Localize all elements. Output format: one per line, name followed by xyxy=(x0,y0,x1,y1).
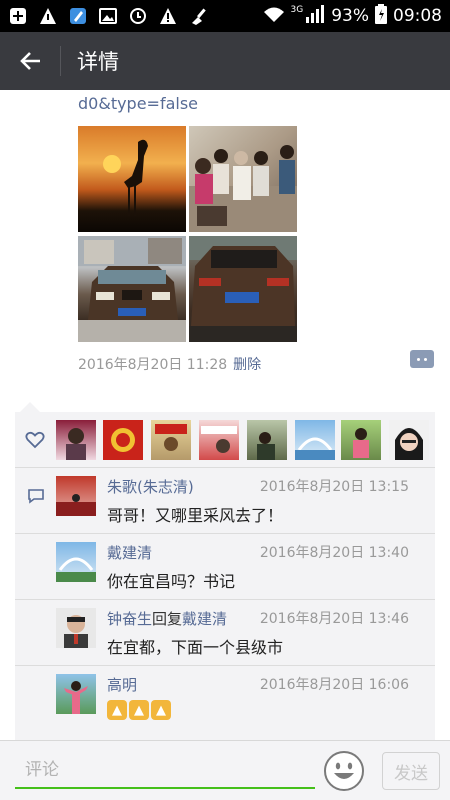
comment-text: 你在宜昌吗？书记 xyxy=(107,572,236,591)
menu-dot-icon xyxy=(424,357,427,361)
comment-item[interactable]: 戴建清 2016年8月20日 13:40 你在宜昌吗？书记 xyxy=(15,534,435,600)
avatar-image xyxy=(295,437,335,460)
avatar-image xyxy=(56,494,96,516)
broom-icon xyxy=(188,6,208,26)
car-front-image xyxy=(78,236,186,342)
like-avatar[interactable] xyxy=(389,420,429,460)
like-avatar[interactable] xyxy=(247,420,287,460)
comment-author[interactable]: 戴建清 xyxy=(107,542,152,563)
comment-avatar[interactable] xyxy=(56,674,96,714)
reply-target[interactable]: 戴建清 xyxy=(182,610,227,628)
header-bar: 详情 xyxy=(0,32,450,90)
post-link-text[interactable]: d0&type=false xyxy=(78,94,198,113)
send-button[interactable]: 发送 xyxy=(382,752,440,790)
comment-time: 2016年8月20日 16:06 xyxy=(259,677,409,693)
comment-avatar[interactable] xyxy=(56,542,96,582)
comment-avatar[interactable] xyxy=(56,608,96,648)
cleaner-icon xyxy=(68,6,88,26)
comment-bar: 发送 xyxy=(0,740,450,800)
comment-author[interactable]: 朱歌(朱志清) xyxy=(107,476,194,497)
sync-icon xyxy=(128,6,148,26)
comment-avatar[interactable] xyxy=(56,476,96,516)
photo-grid xyxy=(78,126,298,342)
avatar-image xyxy=(395,428,423,460)
comment-time: 2016年8月20日 13:15 xyxy=(259,479,409,495)
photo-car-front[interactable] xyxy=(78,236,186,342)
likes-row xyxy=(15,412,435,468)
back-button[interactable] xyxy=(0,32,60,90)
like-avatar[interactable] xyxy=(295,420,335,460)
add-notification-icon xyxy=(8,6,28,26)
comment-text: ▲ ▲ ▲ xyxy=(107,700,171,720)
comment-menu-button[interactable] xyxy=(410,350,434,368)
post-meta: 2016年8月20日 11:28 删除 xyxy=(78,354,261,374)
comment-input[interactable] xyxy=(15,753,315,789)
like-avatar[interactable] xyxy=(199,420,239,460)
back-arrow-icon xyxy=(20,52,40,70)
smiley-icon xyxy=(334,762,354,779)
thumbs-up-icon: ▲ xyxy=(129,700,149,720)
avatar-image xyxy=(111,428,135,452)
car-rear-image xyxy=(189,236,297,342)
battery-icon xyxy=(375,3,387,29)
thumbs-up-icon: ▲ xyxy=(107,700,127,720)
clock: 09:08 xyxy=(393,6,442,26)
comment-text: 在宜都，下面一个县级市 xyxy=(107,638,284,657)
signal-icon xyxy=(305,4,325,28)
avatar-image xyxy=(64,681,88,714)
heart-icon xyxy=(25,431,45,449)
comment-author-name[interactable]: 钟奋生 xyxy=(107,610,152,628)
status-bar: 3G 93% 09:08 xyxy=(0,0,450,32)
like-avatar[interactable] xyxy=(151,420,191,460)
menu-dot-icon xyxy=(417,357,420,361)
comment-item[interactable]: 钟奋生回复戴建清 2016年8月20日 13:46 在宜都，下面一个县级市 xyxy=(15,600,435,666)
group-photo-image xyxy=(189,145,297,232)
like-avatar[interactable] xyxy=(103,420,143,460)
avatar-image xyxy=(56,557,96,582)
panel-pointer xyxy=(20,402,40,412)
emoji-button[interactable] xyxy=(324,751,364,791)
avatar-image xyxy=(155,424,187,451)
photo-sunset-crane[interactable] xyxy=(78,126,186,232)
gallery-icon xyxy=(98,6,118,26)
like-avatar[interactable] xyxy=(56,420,96,460)
photo-car-rear[interactable] xyxy=(189,236,297,342)
comment-text: 哥哥！又哪里采风去了！ xyxy=(107,506,284,525)
post-timestamp: 2016年8月20日 11:28 xyxy=(78,357,228,373)
thumbs-up-icon: ▲ xyxy=(151,700,171,720)
sunset-crane-image xyxy=(103,139,148,216)
comment-time: 2016年8月20日 13:46 xyxy=(259,611,409,627)
avatar-image xyxy=(257,432,275,460)
avatar-image xyxy=(201,426,237,453)
wifi-icon xyxy=(263,6,285,27)
photo-group-indoor[interactable] xyxy=(189,126,297,232)
comment-author[interactable]: 钟奋生回复戴建清 xyxy=(107,608,227,629)
battery-percent: 93% xyxy=(331,6,369,26)
avatar-image xyxy=(66,428,86,460)
like-avatar[interactable] xyxy=(341,420,381,460)
alert-icon xyxy=(158,6,178,26)
page-title: 详情 xyxy=(77,50,119,74)
comment-time: 2016年8月20日 13:40 xyxy=(259,545,409,561)
interaction-panel: 朱歌(朱志清) 2016年8月20日 13:15 哥哥！又哪里采风去了！ 戴建清… xyxy=(15,412,435,740)
comment-author[interactable]: 高明 xyxy=(107,674,137,695)
post-detail: d0&type=false 2016年8月20日 11:28 删除 朱歌(朱志清… xyxy=(0,90,450,740)
comment-item[interactable]: 朱歌(朱志清) 2016年8月20日 13:15 哥哥！又哪里采风去了！ xyxy=(15,468,435,534)
warning-download-icon xyxy=(38,6,58,26)
comment-item[interactable]: 高明 2016年8月20日 16:06 ▲ ▲ ▲ xyxy=(15,666,435,732)
avatar-image xyxy=(64,615,88,648)
avatar-image xyxy=(353,428,369,458)
delete-button[interactable]: 删除 xyxy=(233,354,261,374)
reply-word: 回复 xyxy=(152,610,183,628)
network-type: 3G xyxy=(290,5,304,15)
